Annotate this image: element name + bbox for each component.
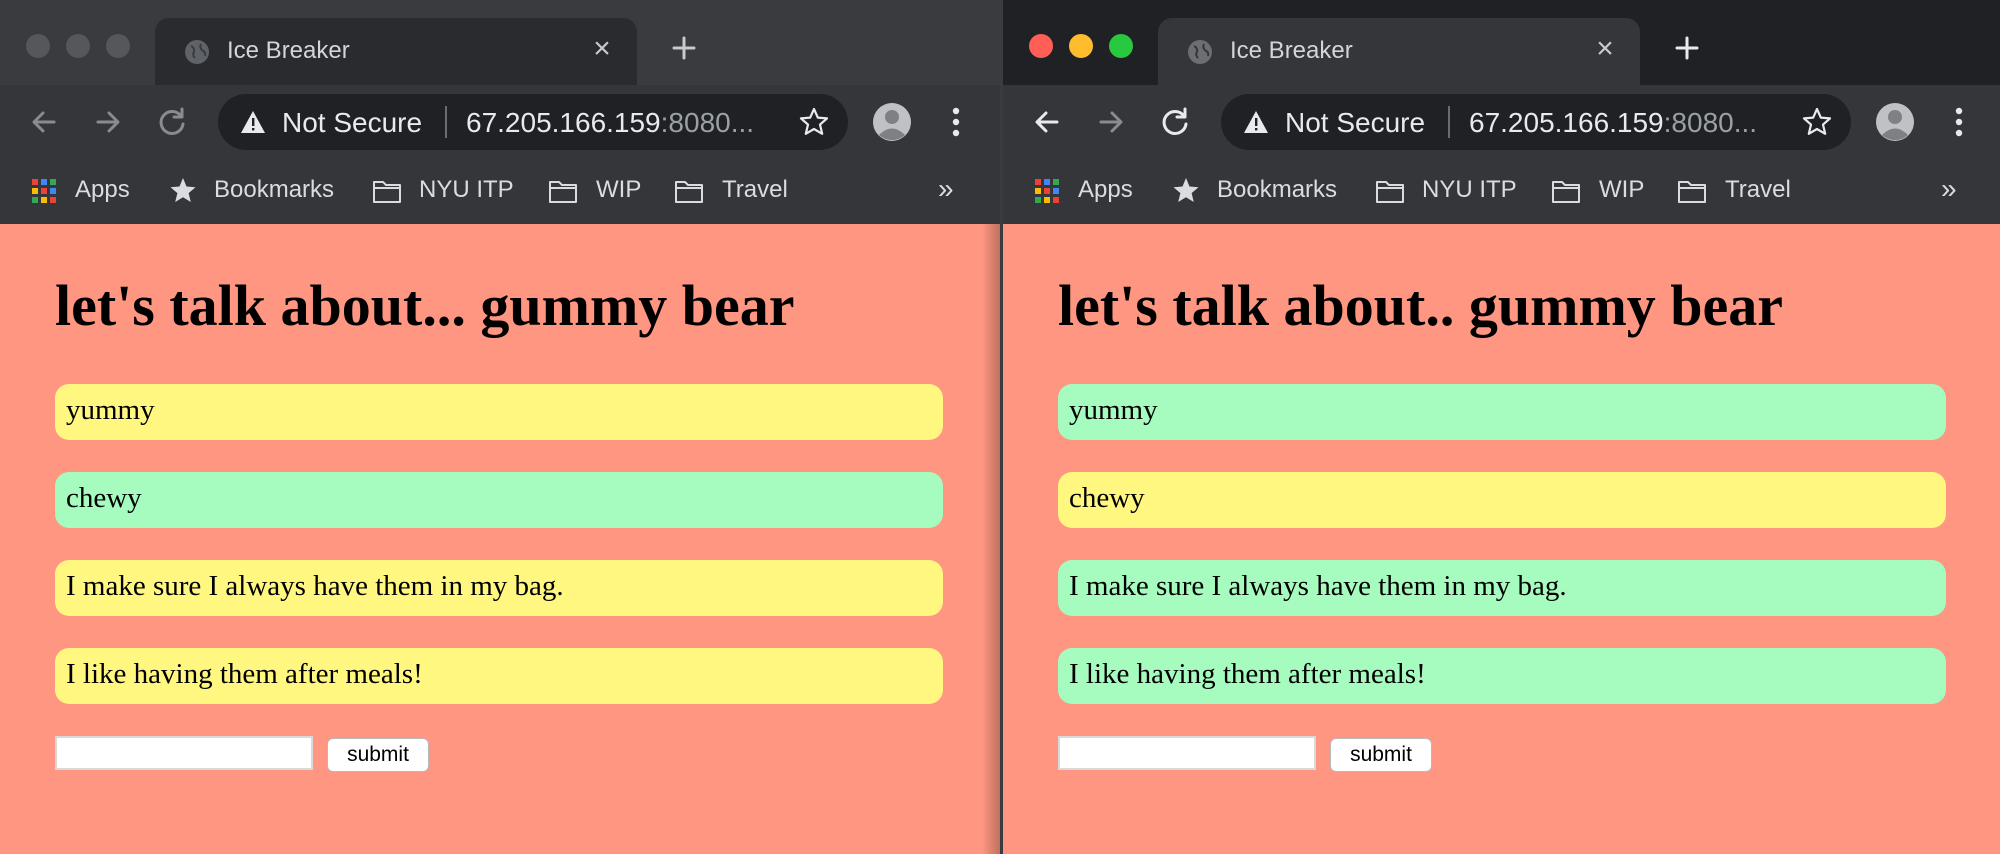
tab-title: Ice Breaker <box>227 37 350 64</box>
bookmark-label: Apps <box>1078 176 1133 203</box>
bookmark-star-icon[interactable] <box>798 106 830 138</box>
topic-item-text: I like having them after meals! <box>66 658 423 690</box>
maximize-window-button[interactable] <box>1109 34 1133 58</box>
maximize-window-button[interactable] <box>106 34 130 58</box>
profile-avatar-icon[interactable] <box>1875 102 1915 142</box>
bookmark-label: NYU ITP <box>1422 176 1517 203</box>
new-tab-icon[interactable] <box>1667 28 1707 68</box>
globe-icon <box>1188 40 1212 64</box>
message-input[interactable] <box>1058 736 1316 770</box>
tab-title: Ice Breaker <box>1230 37 1353 64</box>
topic-item-text: I like having them after meals! <box>1069 658 1426 690</box>
topic-item-text: yummy <box>1069 394 1158 426</box>
bookmark-label: Travel <box>1725 176 1791 203</box>
toolbar: Not Secure 67.205.166.159:8080... <box>0 85 1000 159</box>
close-tab-icon[interactable]: × <box>1590 32 1620 66</box>
browser-window-right: Ice Breaker × Not Secure 67.205.166.159:… <box>1003 0 2000 854</box>
folder-icon <box>549 181 577 203</box>
bookmark-label: Apps <box>75 176 130 203</box>
bookmark-label: NYU ITP <box>419 176 514 203</box>
url-host: 67.205.166.159 <box>1469 107 1664 138</box>
topic-item: chewy <box>55 472 943 528</box>
close-tab-icon[interactable]: × <box>587 32 617 66</box>
topic-item: chewy <box>1058 472 1946 528</box>
apps-grid-icon <box>32 179 56 203</box>
tab-strip: Ice Breaker × <box>0 0 1000 85</box>
bookmark-label: WIP <box>1599 176 1645 203</box>
address-bar[interactable]: Not Secure 67.205.166.159:8080... <box>218 94 848 150</box>
topic-item: I make sure I always have them in my bag… <box>1058 560 1946 616</box>
topic-item: I like having them after meals! <box>1058 648 1946 704</box>
back-arrow-icon[interactable] <box>24 102 64 142</box>
topic-item-text: chewy <box>66 482 142 514</box>
page-title: let's talk about... gummy bear <box>55 273 795 338</box>
close-window-button[interactable] <box>26 34 50 58</box>
minimize-window-button[interactable] <box>66 34 90 58</box>
topic-item: yummy <box>1058 384 1946 440</box>
star-icon <box>170 178 196 202</box>
bookmark-star-icon[interactable] <box>1801 106 1833 138</box>
security-label: Not Secure <box>282 107 423 138</box>
url-host: 67.205.166.159 <box>466 107 661 138</box>
submit-button[interactable]: submit <box>1330 738 1432 772</box>
bookmark-label: Bookmarks <box>214 176 335 203</box>
url-port: :8080... <box>1663 107 1758 138</box>
forward-arrow-icon[interactable] <box>1091 102 1131 142</box>
more-menu-icon[interactable] <box>942 102 970 142</box>
minimize-window-button[interactable] <box>1069 34 1093 58</box>
address-separator <box>1448 106 1450 138</box>
message-input[interactable] <box>55 736 313 770</box>
folder-icon <box>1552 181 1580 203</box>
folder-icon <box>1376 181 1404 203</box>
submit-button[interactable]: submit <box>327 738 429 772</box>
bookmark-label: Travel <box>722 176 788 203</box>
bookmark-label: WIP <box>596 176 642 203</box>
page-content: let's talk about... gummy bear yummy che… <box>0 224 1000 854</box>
folder-icon <box>1678 181 1706 203</box>
topic-item: I make sure I always have them in my bag… <box>55 560 943 616</box>
star-icon <box>1173 178 1199 202</box>
warning-icon <box>1244 111 1268 133</box>
bookmarks-overflow-icon[interactable]: » <box>1941 173 1957 205</box>
topic-item: yummy <box>55 384 943 440</box>
address-bar[interactable]: Not Secure 67.205.166.159:8080... <box>1221 94 1851 150</box>
tab-ice-breaker[interactable]: Ice Breaker × <box>1158 18 1640 85</box>
topic-item-text: chewy <box>1069 482 1145 514</box>
address-separator <box>445 106 447 138</box>
browser-window-left: Ice Breaker × Not Secure 67.205.166.159:… <box>0 0 1000 854</box>
bookmarks-bar: Apps Bookmarks NYU ITP WIP Travel » <box>1003 159 2000 224</box>
folder-icon <box>675 181 703 203</box>
bookmarks-overflow-icon[interactable]: » <box>938 173 954 205</box>
apps-grid-icon <box>1035 179 1059 203</box>
tab-ice-breaker[interactable]: Ice Breaker × <box>155 18 637 85</box>
bookmark-label: Bookmarks <box>1217 176 1338 203</box>
back-arrow-icon[interactable] <box>1027 102 1067 142</box>
url-text: 67.205.166.159:8080... <box>1469 107 1781 139</box>
toolbar: Not Secure 67.205.166.159:8080... <box>1003 85 2000 159</box>
topic-item-text: I make sure I always have them in my bag… <box>66 570 564 602</box>
page-title: let's talk about.. gummy bear <box>1058 273 1783 338</box>
url-text: 67.205.166.159:8080... <box>466 107 778 139</box>
topic-item-text: I make sure I always have them in my bag… <box>1069 570 1567 602</box>
reload-icon[interactable] <box>152 102 192 142</box>
security-label: Not Secure <box>1285 107 1426 138</box>
warning-icon <box>241 111 265 133</box>
page-content: let's talk about.. gummy bear yummy chew… <box>1003 224 2000 854</box>
globe-icon <box>185 40 209 64</box>
topic-item: I like having them after meals! <box>55 648 943 704</box>
topic-item-text: yummy <box>66 394 155 426</box>
profile-avatar-icon[interactable] <box>872 102 912 142</box>
url-port: :8080... <box>660 107 755 138</box>
folder-icon <box>373 181 401 203</box>
reload-icon[interactable] <box>1155 102 1195 142</box>
close-window-button[interactable] <box>1029 34 1053 58</box>
forward-arrow-icon[interactable] <box>88 102 128 142</box>
bookmarks-bar: Apps Bookmarks NYU ITP WIP Travel » <box>0 159 1000 224</box>
new-tab-icon[interactable] <box>664 28 704 68</box>
tab-strip: Ice Breaker × <box>1003 0 2000 85</box>
more-menu-icon[interactable] <box>1945 102 1973 142</box>
